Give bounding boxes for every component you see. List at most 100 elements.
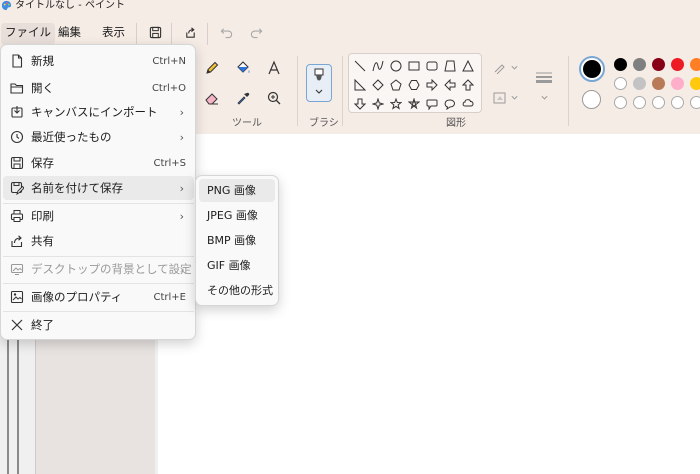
window-title: タイトルなし - ペイント <box>15 0 125 11</box>
menu-item-open[interactable]: 開く Ctrl+O <box>3 76 194 100</box>
palette-color-empty[interactable] <box>652 96 665 109</box>
pentagon-shape-icon[interactable] <box>388 77 404 93</box>
left-arrow-shape-icon[interactable] <box>442 77 458 93</box>
palette-color-dark-red[interactable] <box>652 58 665 71</box>
menu-item-print[interactable]: 印刷 › <box>3 204 194 228</box>
save-as-gif[interactable]: GIF 画像 <box>199 254 275 277</box>
undo-icon[interactable] <box>216 23 236 41</box>
new-file-icon <box>9 53 25 69</box>
chevron-down-icon <box>540 95 548 100</box>
import-icon <box>9 104 25 120</box>
text-tool-icon[interactable] <box>264 58 284 78</box>
rounded-rectangle-shape-icon[interactable] <box>424 58 440 74</box>
eraser-icon[interactable] <box>202 88 222 108</box>
menu-item-set-desktop-background: デスクトップの背景として設定 › <box>3 257 194 281</box>
outline-dropdown[interactable] <box>493 62 519 74</box>
hexagon-shape-icon[interactable] <box>406 77 422 93</box>
menu-item-recent[interactable]: 最近使ったもの › <box>3 125 194 149</box>
palette-color-gold[interactable] <box>690 77 700 90</box>
six-point-star-shape-icon[interactable] <box>406 96 422 112</box>
chevron-down-icon <box>511 95 518 100</box>
palette-color-light-gray[interactable] <box>633 77 646 90</box>
right-arrow-shape-icon[interactable] <box>424 77 440 93</box>
right-triangle-shape-icon[interactable] <box>352 77 368 93</box>
chevron-down-icon <box>511 65 518 70</box>
palette-color-black[interactable] <box>614 58 627 71</box>
palette-color-red[interactable] <box>671 58 684 71</box>
down-arrow-shape-icon[interactable] <box>352 96 368 112</box>
menu-item-share[interactable]: 共有 <box>3 229 194 253</box>
palette-color-empty[interactable] <box>633 96 646 109</box>
menu-divider <box>3 311 194 312</box>
triangle-shape-icon[interactable] <box>460 58 476 74</box>
palette-color-empty[interactable] <box>690 96 700 109</box>
menu-item-image-properties[interactable]: 画像のプロパティ Ctrl+E <box>3 285 194 309</box>
menu-tab-edit[interactable]: 編集 <box>54 23 85 45</box>
save-as-submenu: PNG 画像 JPEG 画像 BMP 画像 GIF 画像 その他の形式 <box>195 175 279 306</box>
paint-app-icon <box>1 0 12 11</box>
save-as-other-formats[interactable]: その他の形式 <box>199 279 275 302</box>
fill-icon <box>493 92 506 104</box>
magnifier-icon[interactable] <box>264 88 284 108</box>
save-as-jpeg[interactable]: JPEG 画像 <box>199 204 275 227</box>
menu-bar: ファイル 編集 表示 <box>0 14 700 48</box>
palette-color-brown[interactable] <box>652 77 665 90</box>
share-icon[interactable] <box>180 23 200 41</box>
menu-item-new[interactable]: 新規 Ctrl+N <box>3 49 194 73</box>
size-dropdown[interactable] <box>534 70 554 102</box>
menu-tab-view[interactable]: 表示 <box>98 23 129 45</box>
share-icon <box>9 233 25 249</box>
pencil-icon[interactable] <box>202 58 222 78</box>
up-arrow-shape-icon[interactable] <box>460 77 476 93</box>
primary-color-fill <box>583 60 601 78</box>
five-point-star-shape-icon[interactable] <box>388 96 404 112</box>
chevron-right-icon: › <box>179 130 184 144</box>
palette-color-gray[interactable] <box>633 58 646 71</box>
save-as-png[interactable]: PNG 画像 <box>199 179 275 202</box>
rounded-callout-shape-icon[interactable] <box>424 96 440 112</box>
oval-callout-shape-icon[interactable] <box>442 96 458 112</box>
file-menu: 新規 Ctrl+N 開く Ctrl+O キャンバスにインポート › 最近使ったも… <box>0 44 196 340</box>
clock-icon <box>9 129 25 145</box>
rectangle-shape-icon[interactable] <box>406 58 422 74</box>
menu-item-exit[interactable]: 終了 <box>3 313 194 337</box>
save-icon <box>9 155 25 171</box>
fill-bucket-icon[interactable] <box>233 58 253 78</box>
menu-tab-file[interactable]: ファイル <box>1 23 55 45</box>
chevron-right-icon: › <box>179 105 184 119</box>
desktop-background-icon <box>9 261 25 277</box>
diamond-shape-icon[interactable] <box>370 77 386 93</box>
close-icon <box>9 317 25 333</box>
palette-color-orange[interactable] <box>690 58 700 71</box>
save-as-bmp[interactable]: BMP 画像 <box>199 229 275 252</box>
menu-item-save[interactable]: 保存 Ctrl+S <box>3 151 194 175</box>
oval-shape-icon[interactable] <box>388 58 404 74</box>
palette-color-empty[interactable] <box>614 96 627 109</box>
chevron-right-icon: › <box>179 262 184 276</box>
menu-item-save-as[interactable]: 名前を付けて保存 › <box>3 176 194 200</box>
secondary-color-swatch[interactable] <box>582 90 601 109</box>
palette-color-pink[interactable] <box>671 77 684 90</box>
tools-group-label: ツール <box>232 118 262 129</box>
toolbar-divider <box>136 23 137 45</box>
line-shape-icon[interactable] <box>352 58 368 74</box>
redo-icon[interactable] <box>246 23 266 41</box>
shapes-gallery <box>348 53 482 113</box>
palette-color-empty[interactable] <box>671 96 684 109</box>
menu-item-import-to-canvas[interactable]: キャンバスにインポート › <box>3 100 194 124</box>
toolbar-divider <box>171 23 172 45</box>
palette-color-white[interactable] <box>614 77 627 90</box>
four-point-star-shape-icon[interactable] <box>370 96 386 112</box>
brush-button[interactable] <box>306 64 332 102</box>
toolbar-divider <box>207 23 208 45</box>
primary-color-swatch[interactable] <box>579 56 605 82</box>
shapes-group-label: 図形 <box>446 118 466 129</box>
save-icon[interactable] <box>145 23 165 41</box>
curve-shape-icon[interactable] <box>370 58 386 74</box>
printer-icon <box>9 208 25 224</box>
color-picker-icon[interactable] <box>233 88 253 108</box>
fill-dropdown[interactable] <box>493 92 519 104</box>
ribbon-divider <box>568 56 569 126</box>
cloud-callout-shape-icon[interactable] <box>460 96 476 112</box>
polygon-shape-icon[interactable] <box>442 58 458 74</box>
